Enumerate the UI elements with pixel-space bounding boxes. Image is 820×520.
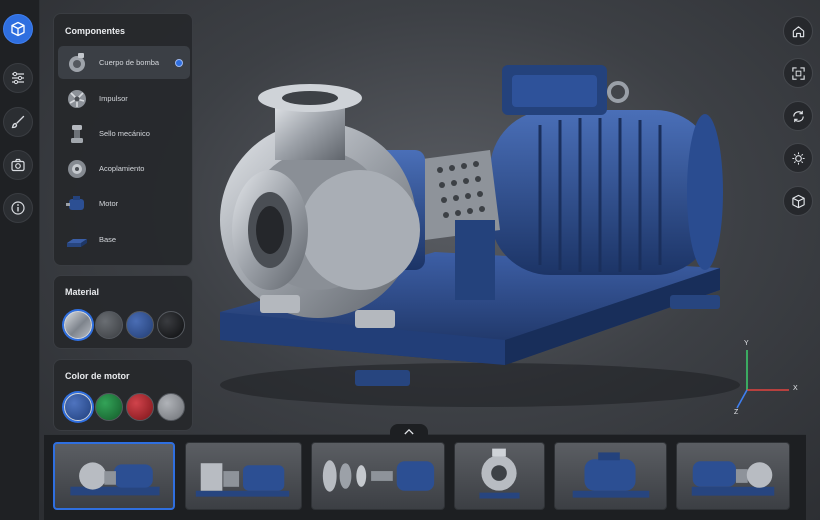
material-swatch-steel[interactable] [64, 311, 92, 339]
material-swatch-black[interactable] [157, 311, 185, 339]
component-label: Sello mecánico [99, 129, 150, 138]
component-item-mechanical-seal[interactable]: Sello mecánico [58, 117, 190, 150]
components-panel: Componentes Cuerpo de bomba Impulsor Sel… [53, 13, 193, 266]
component-item-pump-casing[interactable]: Cuerpo de bomba [58, 46, 190, 79]
mechanical-seal-icon [65, 122, 89, 146]
motor-color-panel: Color de motor [53, 359, 193, 431]
axis-gizmo-lines [736, 350, 789, 409]
lighting-icon[interactable] [783, 143, 813, 173]
home-icon[interactable] [783, 16, 813, 46]
rotate-icon[interactable] [783, 101, 813, 131]
component-item-base[interactable]: Base [58, 223, 190, 256]
cube-view-icon[interactable] [783, 186, 813, 216]
motor-color-swatch-green[interactable] [95, 393, 123, 421]
view-thumbnail-perspective-right[interactable] [676, 442, 790, 510]
impeller-icon [65, 87, 89, 111]
component-label: Impulsor [99, 94, 128, 103]
brush-icon[interactable] [3, 107, 33, 137]
motor-color-swatch-gray[interactable] [157, 393, 185, 421]
axis-label-y: Y [744, 340, 749, 347]
pump-model [220, 65, 740, 407]
components-panel-title: Componentes [65, 26, 126, 36]
view-thumbnail-front-inlet[interactable] [454, 442, 545, 510]
view-thumbnail-exploded[interactable] [311, 442, 445, 510]
axis-label-z: Z [734, 409, 739, 416]
component-label: Acoplamiento [99, 164, 145, 173]
component-item-impeller[interactable]: Impulsor [58, 82, 190, 115]
component-label: Cuerpo de bomba [99, 58, 160, 67]
component-label: Motor [99, 199, 119, 208]
material-swatch-blue[interactable] [126, 311, 154, 339]
sliders-icon[interactable] [3, 63, 33, 93]
material-panel: Material [53, 275, 193, 349]
view-thumbnail-rear-motor[interactable] [554, 442, 667, 510]
axis-label-x: X [793, 385, 798, 392]
camera-icon[interactable] [3, 150, 33, 180]
material-swatch-gray[interactable] [95, 311, 123, 339]
chevron-up-icon[interactable] [390, 424, 428, 438]
coupling-icon [65, 157, 89, 181]
base-icon [65, 228, 89, 252]
component-item-coupling[interactable]: Acoplamiento [58, 152, 190, 185]
info-icon[interactable] [3, 193, 33, 223]
motor-icon [65, 192, 89, 216]
motor-color-swatch-blue[interactable] [64, 393, 92, 421]
left-tool-rail [0, 0, 40, 520]
axis-gizmo[interactable]: Y X Z [727, 340, 807, 420]
component-label: Base [99, 235, 117, 244]
fit-view-icon[interactable] [783, 58, 813, 88]
motor-color-swatch-red[interactable] [126, 393, 154, 421]
motor-color-panel-title: Color de motor [65, 371, 130, 381]
material-panel-title: Material [65, 287, 100, 297]
pump-casing-icon [65, 51, 89, 75]
view-thumbnail-side-left[interactable] [185, 442, 302, 510]
cube-icon[interactable] [3, 14, 33, 44]
component-item-motor[interactable]: Motor [58, 187, 190, 220]
selected-indicator [175, 59, 183, 67]
view-thumbnail-perspective-front-left[interactable] [53, 442, 175, 510]
3d-viewport[interactable] [200, 40, 775, 430]
